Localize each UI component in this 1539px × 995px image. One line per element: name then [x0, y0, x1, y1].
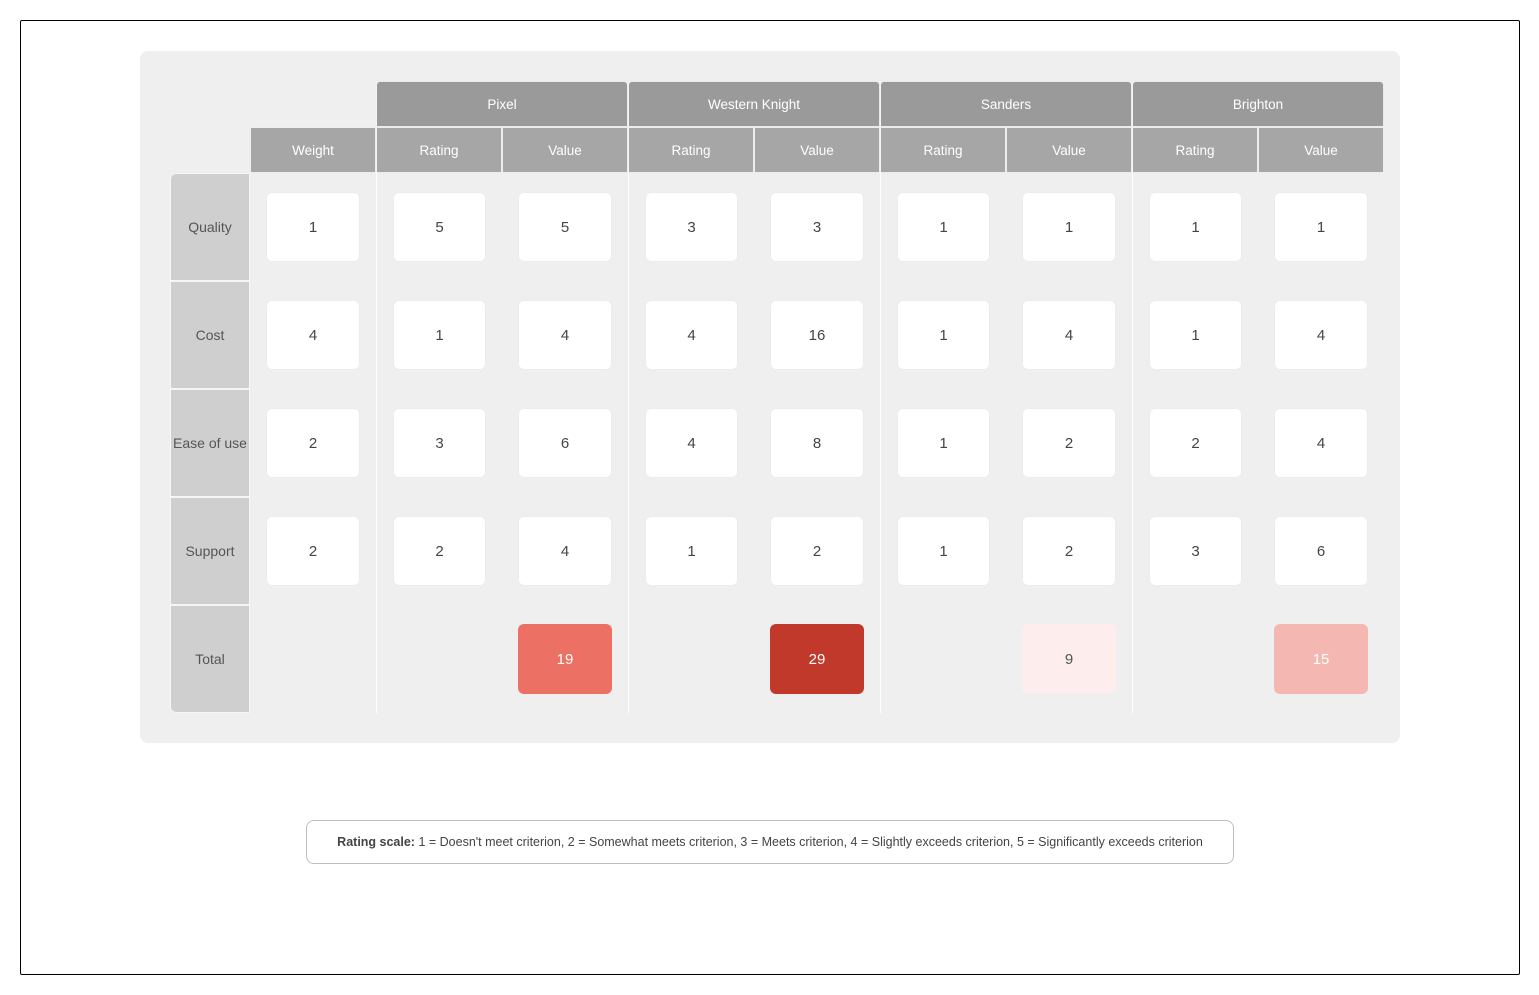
criterion-header: Quality — [170, 173, 250, 281]
value-header: Value — [754, 127, 880, 173]
value-cell[interactable]: 6 — [518, 408, 612, 478]
rating-cell[interactable]: 3 — [645, 192, 738, 262]
decision-matrix-table: Pixel Western Knight Sanders Brighton We… — [170, 81, 1384, 713]
value-cell[interactable]: 2 — [1022, 408, 1116, 478]
rating-header: Rating — [1132, 127, 1258, 173]
vendor-header: Western Knight — [628, 81, 880, 127]
total-cell: 15 — [1274, 624, 1368, 694]
criterion-header: Ease of use — [170, 389, 250, 497]
criterion-header: Support — [170, 497, 250, 605]
table-row: Ease of use236481224 — [170, 389, 1384, 497]
rating-header: Rating — [880, 127, 1006, 173]
value-cell[interactable]: 8 — [770, 408, 864, 478]
table-row: Quality155331111 — [170, 173, 1384, 281]
legend-text: 1 = Doesn't meet criterion, 2 = Somewhat… — [415, 835, 1203, 849]
rating-cell[interactable]: 1 — [897, 192, 990, 262]
value-cell[interactable]: 6 — [1274, 516, 1368, 586]
weight-cell[interactable]: 4 — [266, 300, 360, 370]
totals-row: Total 19 29 9 15 — [170, 605, 1384, 713]
total-cell: 9 — [1022, 624, 1116, 694]
legend-label: Rating scale: — [337, 835, 415, 849]
weight-cell[interactable]: 1 — [266, 192, 360, 262]
canvas-frame: Pixel Western Knight Sanders Brighton We… — [20, 20, 1520, 975]
value-header: Value — [502, 127, 628, 173]
value-cell[interactable]: 2 — [770, 516, 864, 586]
rating-cell[interactable]: 1 — [1149, 192, 1242, 262]
total-cell: 19 — [518, 624, 612, 694]
value-cell[interactable]: 2 — [1022, 516, 1116, 586]
rating-cell[interactable]: 1 — [897, 408, 990, 478]
rating-cell[interactable]: 4 — [645, 408, 738, 478]
value-cell[interactable]: 4 — [1274, 408, 1368, 478]
total-header: Total — [170, 605, 250, 713]
table-row: Support224121236 — [170, 497, 1384, 605]
value-cell[interactable]: 4 — [518, 516, 612, 586]
value-header: Value — [1258, 127, 1384, 173]
value-cell[interactable]: 3 — [770, 192, 864, 262]
rating-cell[interactable]: 3 — [1149, 516, 1242, 586]
value-cell[interactable]: 1 — [1274, 192, 1368, 262]
value-cell[interactable]: 5 — [518, 192, 612, 262]
rating-scale-legend: Rating scale: 1 = Doesn't meet criterion… — [306, 820, 1234, 864]
rating-cell[interactable]: 1 — [1149, 300, 1242, 370]
rating-cell[interactable]: 2 — [393, 516, 486, 586]
value-header: Value — [1006, 127, 1132, 173]
table-row: Cost4144161414 — [170, 281, 1384, 389]
rating-header: Rating — [628, 127, 754, 173]
weight-cell[interactable]: 2 — [266, 516, 360, 586]
rating-cell[interactable]: 1 — [393, 300, 486, 370]
vendor-header: Sanders — [880, 81, 1132, 127]
rating-cell[interactable]: 1 — [897, 516, 990, 586]
weight-header: Weight — [250, 127, 376, 173]
vendor-header: Pixel — [376, 81, 628, 127]
value-cell[interactable]: 4 — [1022, 300, 1116, 370]
criterion-header: Cost — [170, 281, 250, 389]
rating-cell[interactable]: 4 — [645, 300, 738, 370]
vendor-header: Brighton — [1132, 81, 1384, 127]
rating-header: Rating — [376, 127, 502, 173]
rating-cell[interactable]: 1 — [897, 300, 990, 370]
value-cell[interactable]: 4 — [1274, 300, 1368, 370]
rating-cell[interactable]: 5 — [393, 192, 486, 262]
rating-cell[interactable]: 1 — [645, 516, 738, 586]
matrix-panel: Pixel Western Knight Sanders Brighton We… — [140, 51, 1400, 743]
rating-cell[interactable]: 2 — [1149, 408, 1242, 478]
value-cell[interactable]: 1 — [1022, 192, 1116, 262]
total-cell: 29 — [770, 624, 864, 694]
weight-cell[interactable]: 2 — [266, 408, 360, 478]
value-cell[interactable]: 4 — [518, 300, 612, 370]
value-cell[interactable]: 16 — [770, 300, 864, 370]
rating-cell[interactable]: 3 — [393, 408, 486, 478]
